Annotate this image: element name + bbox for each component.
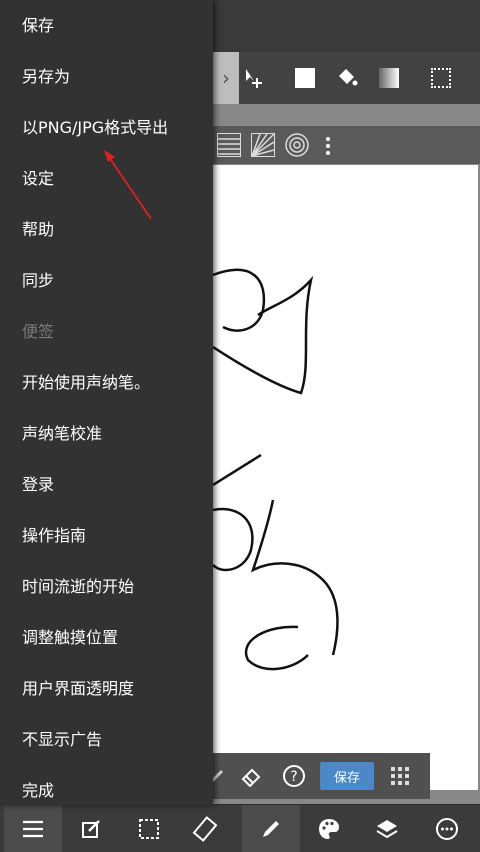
more-circle-icon bbox=[436, 817, 458, 840]
fill-rect-icon[interactable] bbox=[291, 64, 319, 92]
menu-item-save-as[interactable]: 另存为 bbox=[22, 65, 207, 89]
menu-item-hide-ads[interactable]: 不显示广告 bbox=[22, 728, 207, 752]
eraser-icon[interactable] bbox=[240, 765, 262, 788]
menu-item-adjust-touch[interactable]: 调整触摸位置 bbox=[22, 626, 207, 650]
layers-button[interactable] bbox=[358, 805, 416, 852]
palette-icon bbox=[319, 818, 339, 839]
menu-item-ui-transparency[interactable]: 用户界面透明度 bbox=[22, 677, 207, 701]
gradient-icon[interactable] bbox=[375, 64, 403, 92]
sketch-strokes bbox=[212, 268, 339, 671]
menu-item-done[interactable]: 完成 bbox=[22, 779, 207, 803]
menu-item-sonar-pen-calibration[interactable]: 声纳笔校准 bbox=[22, 422, 207, 446]
selection-icon bbox=[139, 818, 159, 839]
hamburger-icon bbox=[23, 820, 43, 837]
edit-button[interactable] bbox=[62, 805, 120, 852]
rotate-canvas-button[interactable] bbox=[176, 805, 234, 852]
more-options-icon[interactable] bbox=[325, 135, 331, 157]
ruler-subtoolbar bbox=[213, 126, 480, 164]
hamburger-menu-button[interactable] bbox=[4, 805, 62, 852]
radial-ruler-icon[interactable] bbox=[251, 133, 275, 157]
menu-item-login[interactable]: 登录 bbox=[22, 473, 207, 497]
selection-button[interactable] bbox=[120, 805, 178, 852]
select-rect-icon[interactable] bbox=[427, 64, 455, 92]
menu-item-save[interactable]: 保存 bbox=[22, 14, 207, 38]
help-icon[interactable]: ? bbox=[282, 764, 306, 788]
drawing-canvas[interactable] bbox=[212, 165, 478, 790]
rotate-icon bbox=[192, 815, 218, 842]
grid-menu-icon[interactable] bbox=[390, 766, 410, 786]
move-tool-icon[interactable] bbox=[241, 64, 269, 92]
floating-toolbar: ? 保存 bbox=[200, 753, 430, 799]
pen-icon bbox=[263, 820, 279, 837]
main-menu-drawer: 保存 另存为 以PNG/JPG格式导出 设定 帮助 同步 便签 开始使用声纳笔。… bbox=[0, 0, 213, 805]
menu-item-timelapse-start[interactable]: 时间流逝的开始 bbox=[22, 575, 207, 599]
menu-item-notes: 便签 bbox=[22, 322, 55, 341]
more-button[interactable] bbox=[418, 805, 476, 852]
layers-icon bbox=[376, 819, 398, 838]
menu-item-start-sonar-pen[interactable]: 开始使用声纳笔。 bbox=[22, 371, 207, 395]
bottom-toolbar bbox=[0, 805, 480, 852]
menu-item-guide[interactable]: 操作指南 bbox=[22, 524, 207, 548]
svg-text:?: ? bbox=[290, 769, 297, 785]
parallel-ruler-icon[interactable] bbox=[217, 133, 241, 157]
save-button[interactable]: 保存 bbox=[320, 762, 374, 790]
pen-tool-button[interactable] bbox=[242, 805, 300, 852]
annotation-arrow bbox=[104, 150, 152, 220]
toolbar-next-button[interactable]: › bbox=[213, 52, 239, 104]
menu-item-sync[interactable]: 同步 bbox=[22, 269, 207, 293]
menu-item-export-png-jpg[interactable]: 以PNG/JPG格式导出 bbox=[22, 116, 207, 140]
tool-toolbar: › bbox=[213, 52, 480, 104]
color-palette-button[interactable] bbox=[300, 805, 358, 852]
concentric-ruler-icon[interactable] bbox=[285, 133, 309, 157]
edit-icon bbox=[82, 819, 100, 838]
bucket-fill-icon[interactable] bbox=[333, 64, 361, 92]
